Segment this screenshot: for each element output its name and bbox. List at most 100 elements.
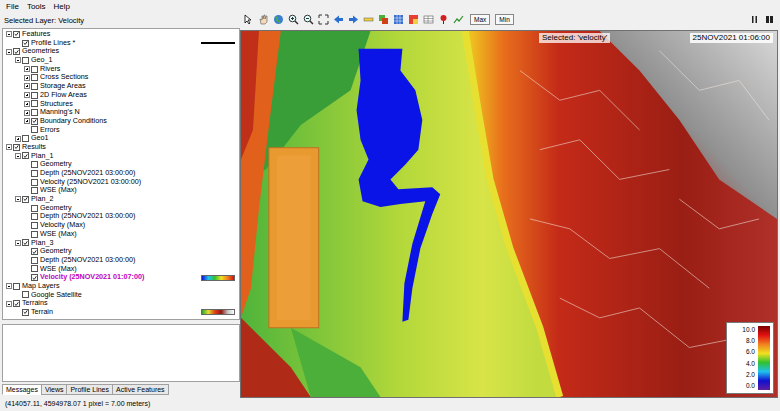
tree-item[interactable]: Geometry: [4, 204, 239, 213]
checkbox[interactable]: [22, 309, 29, 316]
checkbox[interactable]: [31, 74, 38, 81]
expander-icon[interactable]: [24, 75, 30, 81]
tree-item[interactable]: Terrains: [4, 299, 239, 308]
tree-item[interactable]: Google Satellite: [4, 291, 239, 300]
pause-icon[interactable]: [748, 13, 761, 26]
checkbox[interactable]: [31, 213, 38, 220]
checkbox[interactable]: [31, 179, 38, 186]
checkbox[interactable]: [22, 57, 29, 64]
tree-item[interactable]: Geometry: [4, 160, 239, 169]
checkbox[interactable]: [22, 239, 29, 246]
toolbar-button[interactable]: Max: [470, 14, 490, 25]
tree-item[interactable]: Geometry: [4, 247, 239, 256]
expander-icon[interactable]: [6, 283, 12, 289]
tree-item[interactable]: Map Layers: [4, 282, 239, 291]
expander-icon[interactable]: [24, 118, 30, 124]
paint-icon[interactable]: [407, 13, 420, 26]
tab[interactable]: Views: [41, 384, 68, 395]
tree-item[interactable]: Boundary Conditions: [4, 117, 239, 126]
checkbox[interactable]: [31, 231, 38, 238]
checkbox[interactable]: [31, 274, 38, 281]
expander-icon[interactable]: [6, 31, 12, 37]
tree-item[interactable]: Results: [4, 143, 239, 152]
tree-item[interactable]: Velocity (25NOV2021 03:00:00): [4, 178, 239, 187]
tree-item[interactable]: Plan_1: [4, 152, 239, 161]
checkbox[interactable]: [13, 144, 20, 151]
checkbox[interactable]: [31, 257, 38, 264]
tree-item[interactable]: WSE (Max): [4, 230, 239, 239]
checkbox[interactable]: [13, 283, 20, 290]
checkbox[interactable]: [31, 205, 38, 212]
zoom-out-icon[interactable]: [302, 13, 315, 26]
tree-item[interactable]: Plan_2: [4, 195, 239, 204]
checkbox[interactable]: [31, 100, 38, 107]
tree-item[interactable]: Depth (25NOV2021 03:00:00): [4, 256, 239, 265]
expander-icon[interactable]: [6, 301, 12, 307]
forward-icon[interactable]: [347, 13, 360, 26]
tree-item[interactable]: Velocity (25NOV2021 01:07:00): [4, 273, 239, 282]
checkbox[interactable]: [31, 187, 38, 194]
tree-item[interactable]: Geometries: [4, 47, 239, 56]
checkbox[interactable]: [13, 31, 20, 38]
tree-item[interactable]: Depth (25NOV2021 03:00:00): [4, 212, 239, 221]
tree-item[interactable]: Features: [4, 30, 239, 39]
expander-icon[interactable]: [15, 240, 21, 246]
tree-item[interactable]: Terrain: [4, 308, 239, 317]
tab[interactable]: Profile Lines: [66, 384, 113, 395]
map-view[interactable]: Selected: 'velocity'25NOV2021 01:06:0010…: [240, 30, 778, 398]
tree-item[interactable]: WSE (Max): [4, 265, 239, 274]
expander-icon[interactable]: [6, 144, 12, 150]
expander-icon[interactable]: [15, 57, 21, 63]
checkbox[interactable]: [31, 118, 38, 125]
tree-item[interactable]: Velocity (Max): [4, 221, 239, 230]
tab[interactable]: Active Features: [112, 384, 169, 395]
checkbox[interactable]: [31, 222, 38, 229]
checkbox[interactable]: [31, 265, 38, 272]
full-extent-icon[interactable]: [317, 13, 330, 26]
tree-item[interactable]: Structures: [4, 100, 239, 109]
tree-item[interactable]: WSE (Max): [4, 186, 239, 195]
tree-item[interactable]: Rivers: [4, 65, 239, 74]
expander-icon[interactable]: [24, 110, 30, 116]
checkbox[interactable]: [31, 92, 38, 99]
checkbox[interactable]: [31, 170, 38, 177]
expander-icon[interactable]: [24, 66, 30, 72]
checkbox[interactable]: [31, 109, 38, 116]
toolbar-button[interactable]: Min: [495, 14, 513, 25]
checkbox[interactable]: [31, 83, 38, 90]
menu-item[interactable]: Help: [54, 1, 70, 12]
tree-item[interactable]: Cross Sections: [4, 73, 239, 82]
checkbox[interactable]: [31, 126, 38, 133]
tree-item[interactable]: Profile Lines *: [4, 39, 239, 48]
menu-item[interactable]: File: [6, 1, 19, 12]
tree-item[interactable]: Storage Areas: [4, 82, 239, 91]
tree-item[interactable]: Depth (25NOV2021 03:00:00): [4, 169, 239, 178]
menu-item[interactable]: Tools: [27, 1, 46, 12]
checkbox[interactable]: [22, 291, 29, 298]
back-icon[interactable]: [332, 13, 345, 26]
checkbox[interactable]: [22, 40, 29, 47]
checkbox[interactable]: [22, 135, 29, 142]
tree-item[interactable]: Geo_1: [4, 56, 239, 65]
chart-icon[interactable]: [452, 13, 465, 26]
tree-item[interactable]: 2D Flow Areas: [4, 91, 239, 100]
pin-icon[interactable]: [437, 13, 450, 26]
checkbox[interactable]: [13, 300, 20, 307]
expander-icon[interactable]: [24, 83, 30, 89]
checkbox[interactable]: [13, 48, 20, 55]
checkbox[interactable]: [31, 248, 38, 255]
tab[interactable]: Messages: [2, 384, 42, 395]
tree-item[interactable]: Geo1: [4, 134, 239, 143]
table-icon[interactable]: [422, 13, 435, 26]
expander-icon[interactable]: [24, 101, 30, 107]
grid-icon[interactable]: [392, 13, 405, 26]
stop-icon[interactable]: [763, 13, 776, 26]
expander-icon[interactable]: [15, 196, 21, 202]
checkbox[interactable]: [31, 161, 38, 168]
checkbox[interactable]: [22, 196, 29, 203]
tree-item[interactable]: Plan_3: [4, 239, 239, 248]
checkbox[interactable]: [22, 152, 29, 159]
pointer-icon[interactable]: [242, 13, 255, 26]
measure-icon[interactable]: [362, 13, 375, 26]
expander-icon[interactable]: [15, 136, 21, 142]
